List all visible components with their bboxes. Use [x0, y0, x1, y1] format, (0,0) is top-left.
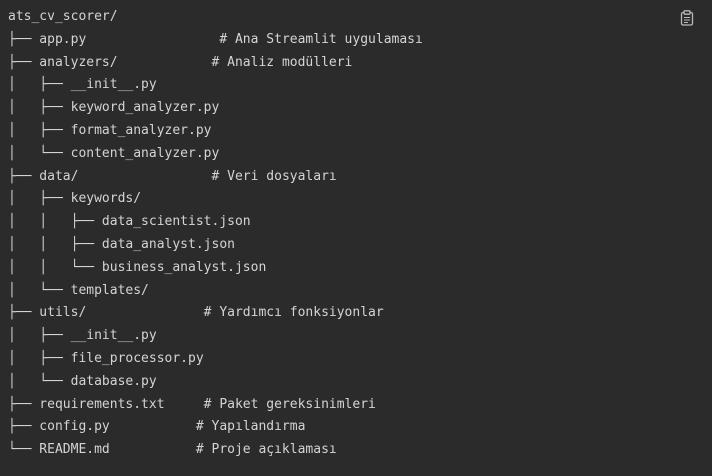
tree-comment: # Proje açıklaması	[195, 442, 337, 458]
clipboard-icon	[680, 10, 694, 26]
tree-entry: │ ├── __init__.py	[8, 77, 157, 93]
tree-line: ├── config.py # Yapılandırma	[8, 416, 712, 439]
tree-line: │ ├── __init__.py	[8, 74, 712, 97]
tree-entry: ats_cv_scorer/	[8, 9, 118, 24]
tree-comment: # Yardımcı fonksiyonlar	[203, 305, 384, 321]
tree-line: ├── analyzers/ # Analiz modülleri	[8, 52, 712, 75]
code-block: ats_cv_scorer/ ├── app.py # Ana Streamlit…	[0, 0, 712, 476]
tree-line: ├── app.py # Ana Streamlit uygulaması	[8, 29, 712, 52]
tree-line: ├── requirements.txt # Paket gereksiniml…	[8, 394, 712, 417]
tree-entry: │ │ ├── data_analyst.json	[8, 236, 235, 252]
tree-entry: ├── utils/	[8, 305, 204, 321]
tree-comment: # Yapılandırma	[195, 419, 306, 435]
tree-line: │ │ └── business_analyst.json	[8, 257, 712, 280]
tree-comment: # Ana Streamlit uygulaması	[219, 31, 423, 47]
tree-entry: │ ├── format_analyzer.py	[8, 122, 212, 138]
tree-entry: │ ├── keyword_analyzer.py	[8, 100, 220, 116]
tree-line: │ ├── __init__.py	[8, 325, 712, 348]
tree-line: │ └── templates/	[8, 280, 712, 303]
tree-comment: # Veri dosyaları	[211, 168, 337, 184]
tree-entry: ├── requirements.txt	[8, 396, 204, 412]
tree-entry: │ └── database.py	[8, 373, 157, 389]
tree-line: │ ├── keywords/	[8, 188, 712, 211]
tree-line: ├── utils/ # Yardımcı fonksiyonlar	[8, 302, 712, 325]
tree-line: │ │ ├── data_scientist.json	[8, 211, 712, 234]
tree-line: └── README.md # Proje açıklaması	[8, 439, 712, 462]
tree-entry: │ ├── file_processor.py	[8, 350, 204, 366]
tree-entry: │ │ └── business_analyst.json	[8, 259, 267, 275]
tree-comment: # Paket gereksinimleri	[203, 396, 376, 412]
tree-line: │ ├── file_processor.py	[8, 348, 712, 371]
tree-line: │ └── database.py	[8, 371, 712, 394]
tree-entry: │ └── templates/	[8, 282, 149, 298]
tree-entry: ├── config.py	[8, 419, 196, 435]
tree-line: │ ├── format_analyzer.py	[8, 120, 712, 143]
tree-line: ats_cv_scorer/	[8, 6, 712, 29]
tree-entry: └── README.md	[8, 442, 196, 458]
tree-entry: │ │ ├── data_scientist.json	[8, 214, 251, 230]
tree-entry: │ ├── keywords/	[8, 191, 142, 207]
tree-entry: │ └── content_analyzer.py	[8, 145, 220, 161]
tree-line: ├── data/ # Veri dosyaları	[8, 166, 712, 189]
directory-tree: ats_cv_scorer/ ├── app.py # Ana Streamlit…	[8, 6, 712, 462]
tree-entry: ├── analyzers/	[8, 54, 212, 70]
tree-entry: │ ├── __init__.py	[8, 328, 157, 344]
tree-entry: ├── data/	[8, 168, 212, 184]
tree-line: │ └── content_analyzer.py	[8, 143, 712, 166]
tree-line: │ │ ├── data_analyst.json	[8, 234, 712, 257]
tree-comment: # Analiz modülleri	[211, 54, 353, 70]
tree-entry: ├── app.py	[8, 31, 220, 47]
copy-button[interactable]	[680, 10, 694, 26]
tree-line: │ ├── keyword_analyzer.py	[8, 97, 712, 120]
